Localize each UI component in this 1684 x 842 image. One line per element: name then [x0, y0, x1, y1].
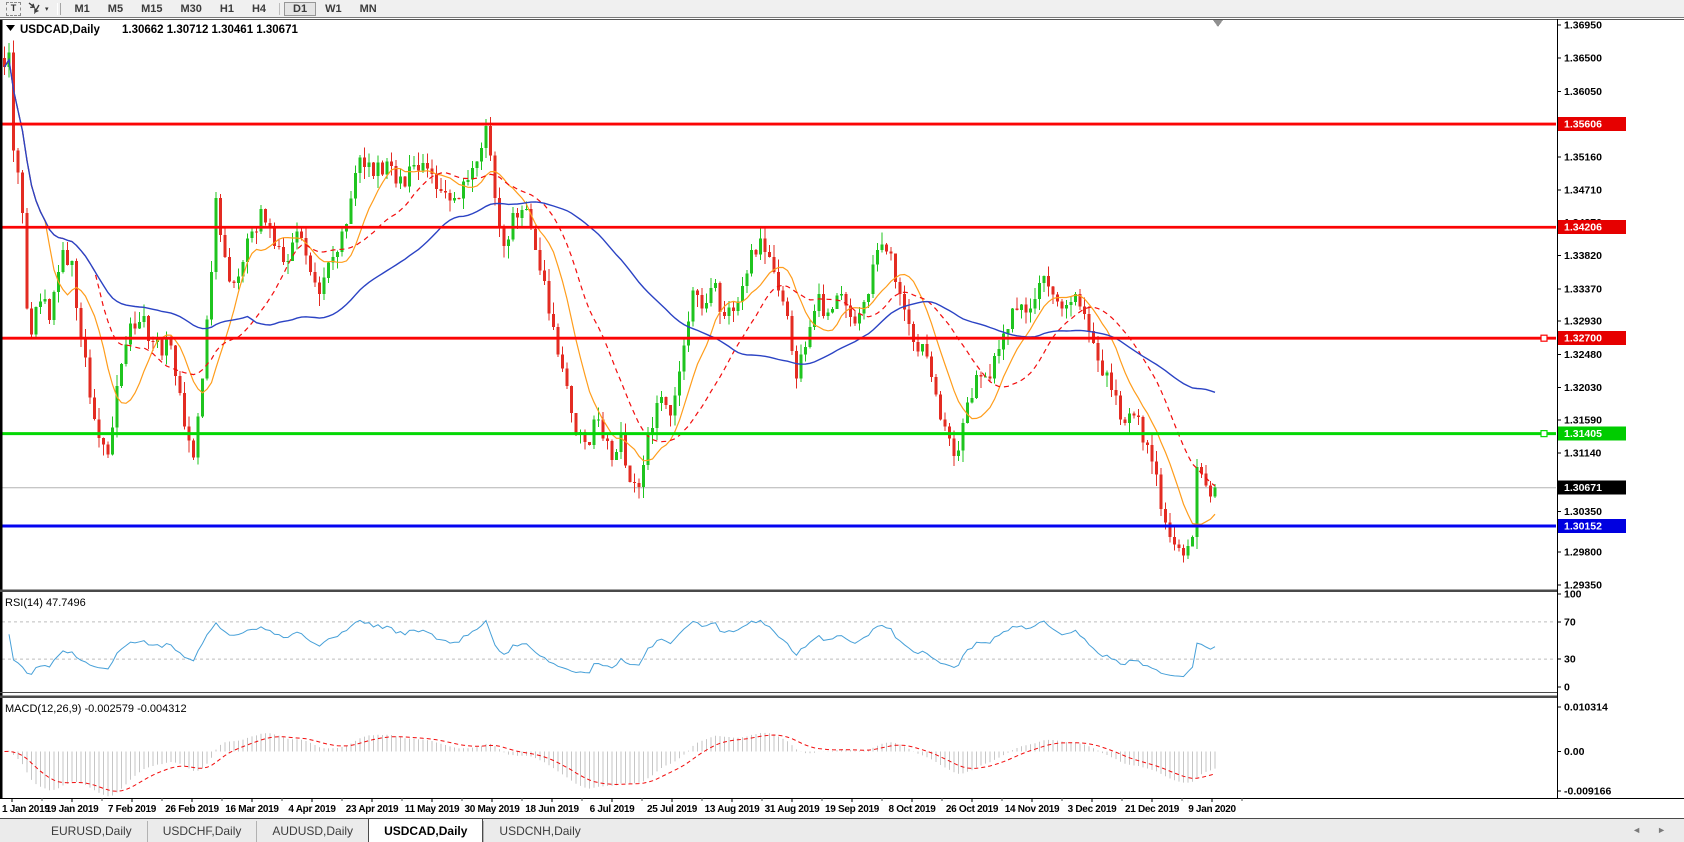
mt4-terminal: T ▾ M1 M5 M15 M30 H1 H4 D1 W1 MN 1.36950 1.36500 1… — [0, 0, 1684, 842]
timeframe-mn-button[interactable]: MN — [351, 2, 386, 16]
panel-splitter[interactable] — [0, 695, 1557, 699]
price-badge-label: 1.32700 — [1564, 333, 1602, 345]
timeframe-m5-button[interactable]: M5 — [99, 2, 132, 16]
arrows-tool-button[interactable]: ▾ — [24, 1, 52, 16]
chart-tabs: EURUSD,Daily USDCHF,Daily AUDUSD,Daily USDC… — [36, 818, 596, 842]
price-tick-label: 1.32930 — [1564, 316, 1602, 328]
macd-signal-line — [4, 734, 1216, 792]
price-axis[interactable] — [1557, 19, 1684, 798]
price-tick-label: 1.33370 — [1564, 283, 1602, 295]
tabs-scroll-left-icon[interactable]: ◄ — [1632, 826, 1641, 835]
timeframe-m1-button[interactable]: M1 — [66, 2, 99, 16]
price-badge-label: 1.30671 — [1564, 482, 1602, 494]
timeframe-w1-button[interactable]: W1 — [316, 2, 351, 16]
toolbar-grip[interactable] — [56, 2, 61, 15]
rsi-tick-label: 100 — [1564, 589, 1582, 601]
price-tick-label: 1.29800 — [1564, 546, 1602, 558]
date-label: 6 Jul 2019 — [590, 804, 636, 815]
chart-tab-bar: EURUSD,Daily USDCHF,Daily AUDUSD,Daily USDC… — [0, 818, 1684, 842]
price-badge-label: 1.31405 — [1564, 428, 1602, 440]
price-tick-label: 1.36050 — [1564, 86, 1602, 98]
date-label: 7 Feb 2019 — [108, 804, 157, 815]
date-label: 3 Dec 2019 — [1068, 804, 1117, 815]
symbol-collapse-icon[interactable] — [6, 25, 15, 31]
date-label: 9 Jan 2020 — [1188, 804, 1236, 815]
chart-tab-usdcad[interactable]: USDCAD,Daily — [368, 818, 484, 842]
macd-tick-label: 0.010314 — [1564, 701, 1608, 713]
price-badge-label: 1.34206 — [1564, 222, 1602, 234]
top-toolbar: T ▾ M1 M5 M15 M30 H1 H4 D1 W1 MN — [0, 0, 1684, 18]
date-label: 13 Aug 2019 — [705, 804, 760, 815]
chart-title-symbol: USDCAD,Daily — [20, 24, 100, 36]
text-tool-icon: T — [6, 1, 21, 16]
date-label: 19 Jan 2019 — [46, 804, 100, 815]
timeframe-h1-button[interactable]: H1 — [211, 2, 243, 16]
date-label: 19 Sep 2019 — [825, 804, 880, 815]
panel-splitter[interactable] — [0, 589, 1557, 593]
date-label: 16 Mar 2019 — [225, 804, 279, 815]
price-badge-label: 1.35606 — [1564, 119, 1602, 131]
timeframe-m15-button[interactable]: M15 — [132, 2, 171, 16]
date-label: 4 Apr 2019 — [288, 804, 336, 815]
chart-frame: 1.36950 1.36500 1.36050 1.35160 1.34710 1.342… — [0, 19, 1684, 815]
price-tick-label: 1.31590 — [1564, 414, 1602, 426]
price-tick-label: 1.30350 — [1564, 506, 1602, 518]
price-tick-label: 1.31140 — [1564, 448, 1602, 460]
date-label: 11 May 2019 — [405, 804, 460, 815]
chart-area[interactable]: 1.36950 1.36500 1.36050 1.35160 1.34710 1.342… — [0, 18, 1684, 818]
ma-10-line — [3, 57, 1216, 525]
chart-tab-eurusd[interactable]: EURUSD,Daily — [36, 821, 147, 842]
date-label: 21 Dec 2019 — [1125, 804, 1180, 815]
rsi-indicator-label: RSI(14) 47.7496 — [5, 597, 86, 609]
candles — [3, 40, 1217, 563]
macd-tick-label: 0.00 — [1564, 746, 1585, 758]
rsi-subwindow[interactable] — [2, 619, 1557, 678]
timeframe-group: M1 M5 M15 M30 H1 H4 D1 W1 MN — [66, 0, 386, 18]
rsi-tick-label: 0 — [1564, 682, 1570, 694]
toolbar-divider — [279, 2, 281, 15]
line-handle[interactable] — [1540, 430, 1548, 438]
chart-title-ohlc: 1.30662 1.30712 1.30461 1.30671 — [122, 24, 298, 36]
date-label: 30 May 2019 — [464, 804, 520, 815]
timeframe-h4-button[interactable]: H4 — [243, 2, 275, 16]
tabs-scroll-right-icon[interactable]: ► — [1657, 826, 1666, 835]
date-label: 23 Apr 2019 — [346, 804, 399, 815]
arrows-icon — [27, 1, 42, 17]
date-label: 1 Jan 2019 — [2, 804, 50, 815]
date-label: 25 Jul 2019 — [647, 804, 698, 815]
date-label: 26 Feb 2019 — [165, 804, 219, 815]
rsi-tick-label: 70 — [1564, 616, 1576, 628]
line-handle[interactable] — [1540, 334, 1548, 342]
chart-tab-usdcnh[interactable]: USDCNH,Daily — [483, 821, 595, 842]
text-label-tool-button[interactable]: T — [3, 1, 24, 16]
date-label: 31 Aug 2019 — [765, 804, 820, 815]
chart-tab-audusd[interactable]: AUDUSD,Daily — [256, 821, 368, 842]
price-tick-label: 1.32480 — [1564, 349, 1602, 361]
macd-tick-label: -0.009166 — [1564, 786, 1611, 798]
price-tick-label: 1.36950 — [1564, 20, 1602, 32]
date-label: 26 Oct 2019 — [946, 804, 999, 815]
price-tick-label: 1.34710 — [1564, 185, 1602, 197]
price-tick-label: 1.36500 — [1564, 53, 1602, 65]
tab-scroll-arrows: ◄ ► — [1632, 826, 1666, 835]
price-tick-label: 1.32030 — [1564, 382, 1602, 394]
chart-shift-marker[interactable] — [1213, 20, 1223, 27]
macd-subwindow[interactable] — [4, 732, 1216, 797]
main-price-panel[interactable] — [2, 40, 1557, 563]
chart-tab-usdchf[interactable]: USDCHF,Daily — [146, 821, 257, 842]
rsi-tick-label: 30 — [1564, 654, 1576, 666]
price-tick-label: 1.35160 — [1564, 151, 1602, 163]
timeframe-m30-button[interactable]: M30 — [171, 2, 210, 16]
date-label: 8 Oct 2019 — [888, 804, 936, 815]
timeframe-d1-button[interactable]: D1 — [284, 1, 317, 16]
macd-indicator-label: MACD(12,26,9) -0.002579 -0.004312 — [5, 703, 187, 715]
price-tick-label: 1.33820 — [1564, 250, 1602, 262]
date-label: 18 Jun 2019 — [525, 804, 579, 815]
rsi-line — [8, 619, 1216, 678]
date-label: 14 Nov 2019 — [1005, 804, 1060, 815]
price-badge-label: 1.30152 — [1564, 520, 1602, 532]
chevron-down-icon: ▾ — [45, 5, 49, 13]
